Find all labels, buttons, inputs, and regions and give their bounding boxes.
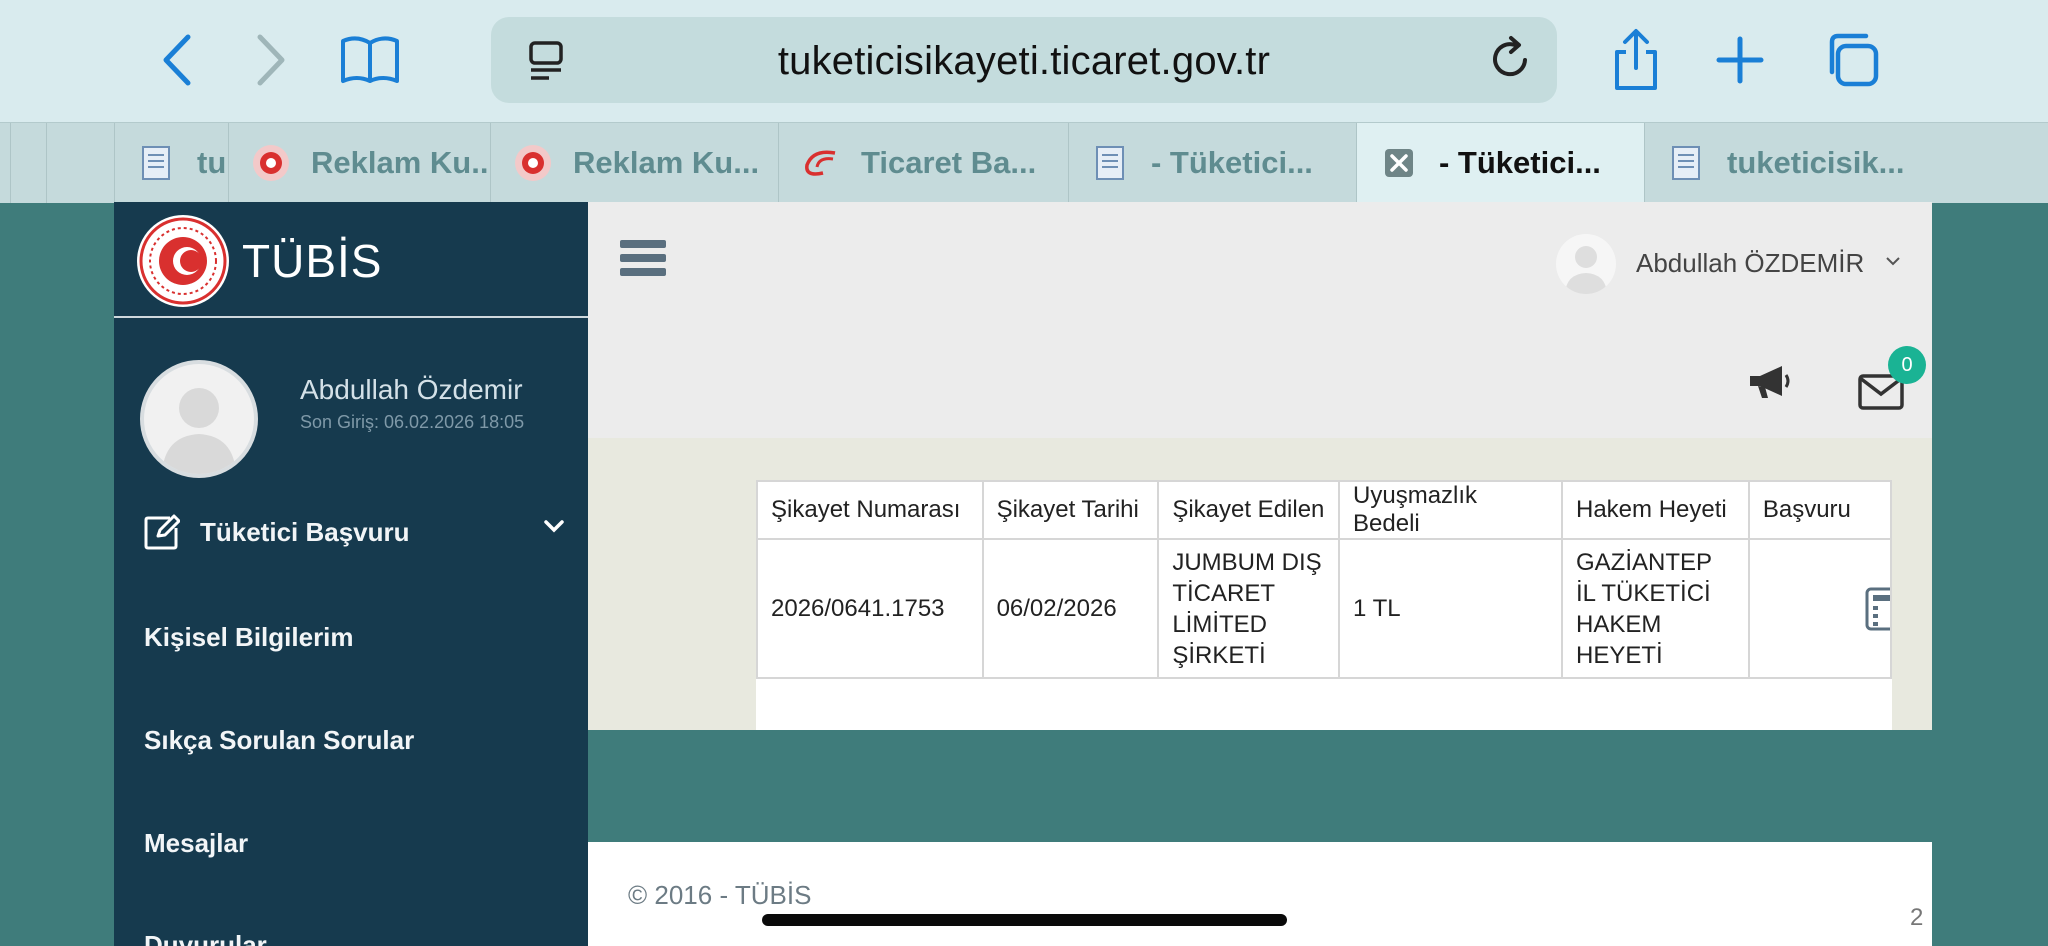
application-cell xyxy=(1747,538,1892,679)
brand-header: TÜBİS xyxy=(114,202,588,318)
tab-label: Reklam Ku... xyxy=(573,145,760,180)
brand-name: TÜBİS xyxy=(242,235,383,287)
page-number: 2 xyxy=(1910,904,1924,931)
bookmarks-icon[interactable] xyxy=(334,24,406,96)
reload-icon[interactable] xyxy=(1485,33,1535,83)
tab-label: tu xyxy=(197,145,227,180)
ministry-seal-logo xyxy=(137,215,229,307)
profile-avatar xyxy=(140,360,258,478)
menu-item-announcements[interactable]: Duyurular xyxy=(144,930,267,946)
seal-icon xyxy=(253,145,289,181)
menu-item-label: Tüketici Başvuru xyxy=(200,516,410,547)
ministry-logo-icon xyxy=(805,150,836,176)
tab-label: tuketicisik... xyxy=(1727,145,1905,180)
complaints-table: Şikayet Numarası Şikayet Tarihi Şikayet … xyxy=(756,480,1892,679)
main-header: Abdullah ÖZDEMİR 0 xyxy=(588,202,1932,440)
browser-tab[interactable]: tuketicisik... xyxy=(1644,123,1935,203)
edit-icon xyxy=(144,514,180,550)
arbitration-committee: GAZİANTEP İL TÜKETİCİ HAKEM HEYETİ xyxy=(1561,538,1750,679)
complaint-date: 06/02/2026 xyxy=(981,538,1160,679)
table-header-row: Şikayet Numarası Şikayet Tarihi Şikayet … xyxy=(756,480,1892,540)
home-indicator[interactable] xyxy=(762,914,1287,926)
menu-item-consumer-application[interactable]: Tüketici Başvuru xyxy=(144,514,564,550)
collapsed-tab[interactable] xyxy=(10,123,47,203)
menu-item-messages[interactable]: Mesajlar xyxy=(144,828,248,859)
share-icon[interactable] xyxy=(1600,24,1672,96)
calculator-icon[interactable] xyxy=(1864,587,1890,631)
column-header: Uyuşmazlık Bedeli xyxy=(1338,480,1563,540)
menu-item-faq[interactable]: Sıkça Sorulan Sorular xyxy=(144,725,414,756)
tab-label: - Tüketici... xyxy=(1151,145,1313,180)
seal-icon xyxy=(515,145,551,181)
column-header: Şikayet Edilen xyxy=(1157,480,1341,540)
column-header: Hakem Heyeti xyxy=(1561,480,1750,540)
tab-label: - Tüketici... xyxy=(1439,145,1601,180)
copyright-text: © 2016 - TÜBİS xyxy=(628,880,812,910)
column-header: Şikayet Tarihi xyxy=(981,480,1160,540)
browser-tab-active[interactable]: - Tüketici... xyxy=(1356,123,1645,203)
address-bar[interactable]: tuketicisikayeti.ticaret.gov.tr xyxy=(491,17,1557,103)
complained-company: JUMBUM DIŞ TİCARET LİMİTED ŞİRKETİ xyxy=(1157,538,1341,679)
browser-toolbar: tuketicisikayeti.ticaret.gov.tr xyxy=(0,0,2048,122)
complaints-table-container: Şikayet Numarası Şikayet Tarihi Şikayet … xyxy=(756,480,1892,730)
header-user-name[interactable]: Abdullah ÖZDEMİR xyxy=(1636,248,1864,279)
chevron-down-icon[interactable] xyxy=(1886,257,1900,267)
document-icon xyxy=(142,146,170,180)
hamburger-menu-icon[interactable] xyxy=(620,240,666,284)
tabs-overview-icon[interactable] xyxy=(1816,24,1888,96)
megaphone-icon[interactable] xyxy=(1746,362,1792,402)
mail-count-badge: 0 xyxy=(1888,346,1926,384)
dispute-amount: 1 TL xyxy=(1338,538,1563,679)
column-header: Başvuru xyxy=(1747,480,1892,540)
new-tab-icon[interactable] xyxy=(1704,24,1776,96)
collapsed-tab[interactable] xyxy=(46,123,115,203)
table-row[interactable]: 2026/0641.1753 06/02/2026 JUMBUM DIŞ TİC… xyxy=(756,538,1892,679)
tab-strip: tu Reklam Ku... Reklam Ku... Ticaret Ba.… xyxy=(0,122,2048,203)
chevron-down-icon[interactable] xyxy=(544,520,564,534)
profile-name: Abdullah Özdemir xyxy=(300,374,523,405)
complaint-number: 2026/0641.1753 xyxy=(756,538,984,679)
back-icon[interactable] xyxy=(142,24,214,96)
document-icon xyxy=(1096,146,1124,180)
menu-item-personal-info[interactable]: Kişisel Bilgilerim xyxy=(144,622,354,653)
user-silhouette-icon xyxy=(162,388,236,474)
tab-label: Ticaret Ba... xyxy=(861,145,1037,180)
forward-icon[interactable] xyxy=(234,24,306,96)
tab-label: Reklam Ku... xyxy=(311,145,491,180)
column-header: Şikayet Numarası xyxy=(756,480,984,540)
footer: © 2016 - TÜBİS 2 xyxy=(588,842,1932,946)
content-area: Şikayet Numarası Şikayet Tarihi Şikayet … xyxy=(588,438,1932,730)
browser-tab[interactable]: - Tüketici... xyxy=(1068,123,1357,203)
browser-tab[interactable]: tu xyxy=(114,123,229,203)
user-avatar[interactable] xyxy=(1556,234,1616,294)
user-silhouette-icon xyxy=(1565,246,1607,294)
url-text[interactable]: tuketicisikayeti.ticaret.gov.tr xyxy=(491,39,1557,84)
sidebar: TÜBİS Abdullah Özdemir Son Giriş: 06.02.… xyxy=(114,202,588,946)
browser-tab[interactable]: Ticaret Ba... xyxy=(778,123,1069,203)
browser-tab[interactable]: Reklam Ku... xyxy=(228,123,491,203)
document-icon xyxy=(1672,146,1700,180)
close-icon[interactable] xyxy=(1379,143,1419,183)
browser-tab[interactable]: Reklam Ku... xyxy=(490,123,779,203)
last-login: Son Giriş: 06.02.2026 18:05 xyxy=(300,412,525,432)
